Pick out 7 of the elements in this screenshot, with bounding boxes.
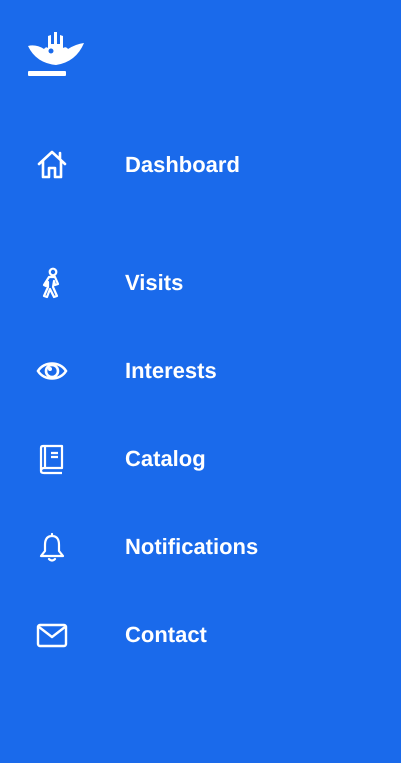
- nav-link[interactable]: Visits: [125, 270, 184, 296]
- nav-link[interactable]: Notifications: [125, 534, 258, 560]
- nav-link[interactable]: Contact: [125, 622, 207, 648]
- nav-link[interactable]: Catalog: [125, 446, 206, 472]
- home-icon: [36, 149, 68, 181]
- nav-link[interactable]: Dashboard: [125, 152, 240, 178]
- nav-link[interactable]: Interests: [125, 358, 217, 384]
